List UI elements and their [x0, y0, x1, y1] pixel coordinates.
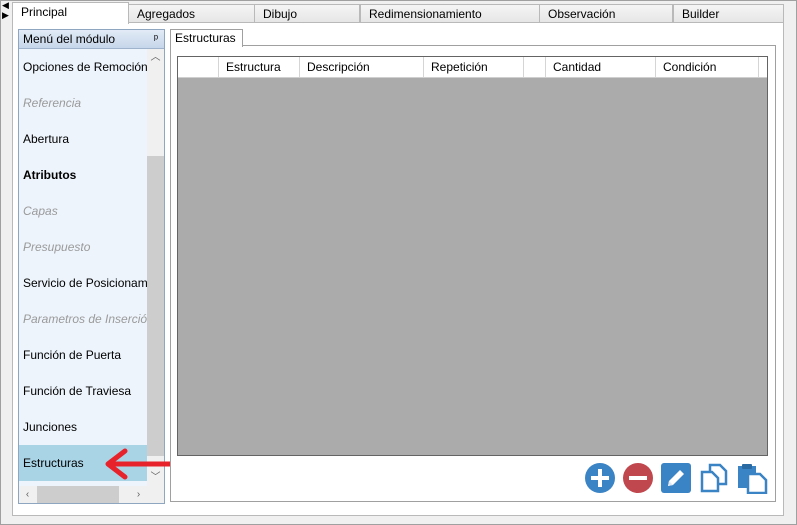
module-menu-list: Opciones de Remoción Referencia Abertura…: [19, 49, 147, 486]
tab-builder[interactable]: Builder: [673, 4, 784, 22]
module-menu-panel: Menú del módulo ᵖ Opciones de Remoción R…: [18, 29, 165, 504]
tab-redimensionamiento[interactable]: Redimensionamiento: [360, 4, 540, 22]
tab-label: Builder: [682, 7, 720, 21]
remove-icon[interactable]: [622, 462, 654, 494]
grid-column-condicion[interactable]: Condición: [656, 57, 759, 77]
menu-item-servicio-de-posicionamiento[interactable]: Servicio de Posicionamiento: [19, 265, 147, 301]
tab-principal[interactable]: Principal: [12, 2, 129, 24]
horizontal-scroll-thumb[interactable]: [37, 486, 119, 503]
grid-column-estructura[interactable]: Estructura: [219, 57, 300, 77]
tab-estructuras-label: Estructuras: [175, 31, 236, 45]
menu-item-capas: Capas: [23, 204, 58, 218]
tab-scroll-right-icon[interactable]: ▶: [2, 10, 12, 20]
paste-icon[interactable]: [736, 462, 768, 494]
scroll-up-icon[interactable]: ︿: [147, 49, 164, 66]
menu-item-parametros-de-insercion: Parametros de Inserción: [23, 312, 147, 326]
tab-label: Observación: [548, 7, 616, 21]
menu-item-funcion-de-puerta[interactable]: Función de Puerta: [19, 337, 147, 373]
pin-icon[interactable]: ᵖ: [154, 30, 158, 48]
module-menu-title: Menú del módulo: [23, 32, 116, 46]
menu-item-abertura[interactable]: Abertura: [19, 121, 147, 157]
tab-agregados[interactable]: Agregados: [128, 4, 259, 22]
menu-item-opciones-de-remocion[interactable]: Opciones de Remoción: [19, 49, 147, 85]
scrollbar-corner: [147, 486, 164, 503]
duplicate-icon[interactable]: [698, 462, 730, 494]
tab-observacion[interactable]: Observación: [539, 4, 673, 22]
tab-dibujo[interactable]: Dibujo: [254, 4, 360, 22]
scroll-right-icon[interactable]: ›: [130, 486, 147, 503]
menu-item-funcion-de-traviesa[interactable]: Función de Traviesa: [19, 373, 147, 409]
tab-scroll-arrows[interactable]: ◀ ▶: [2, 0, 12, 20]
menu-item-presupuesto: Presupuesto: [23, 240, 91, 254]
grid-column-rowheader[interactable]: [178, 57, 219, 77]
tab-label: Agregados: [137, 7, 196, 21]
estructuras-grid[interactable]: Estructura Descripción Repetición Cantid…: [177, 56, 768, 456]
grid-column-descripcion[interactable]: Descripción: [300, 57, 424, 77]
grid-column-cantidad[interactable]: Cantidad: [546, 57, 656, 77]
grid-column-repeticion[interactable]: Repetición: [424, 57, 524, 77]
vertical-scrollbar[interactable]: ︿ ﹀: [147, 49, 164, 486]
tab-scroll-left-icon[interactable]: ◀: [2, 0, 12, 10]
scroll-left-icon[interactable]: ‹: [19, 486, 36, 503]
main-tab-strip: Principal Agregados Dibujo Redimensionam…: [12, 2, 784, 24]
tab-estructuras[interactable]: Estructuras: [170, 29, 243, 47]
edit-icon[interactable]: [660, 462, 692, 494]
add-icon[interactable]: [584, 462, 616, 494]
tab-label: Dibujo: [263, 7, 298, 21]
menu-item-atributos[interactable]: Atributos: [19, 157, 147, 193]
grid-header: Estructura Descripción Repetición Cantid…: [178, 57, 767, 78]
grid-column-blank[interactable]: [524, 57, 546, 77]
menu-item-junciones[interactable]: Junciones: [19, 409, 147, 445]
tab-label: Principal: [21, 5, 68, 19]
module-menu-header: Menú del módulo ᵖ: [19, 30, 164, 49]
tab-label: Redimensionamiento: [369, 7, 482, 21]
vertical-scroll-thumb[interactable]: [147, 156, 164, 456]
horizontal-scrollbar[interactable]: ‹ ›: [19, 486, 147, 503]
menu-item-referencia: Referencia: [23, 96, 82, 110]
